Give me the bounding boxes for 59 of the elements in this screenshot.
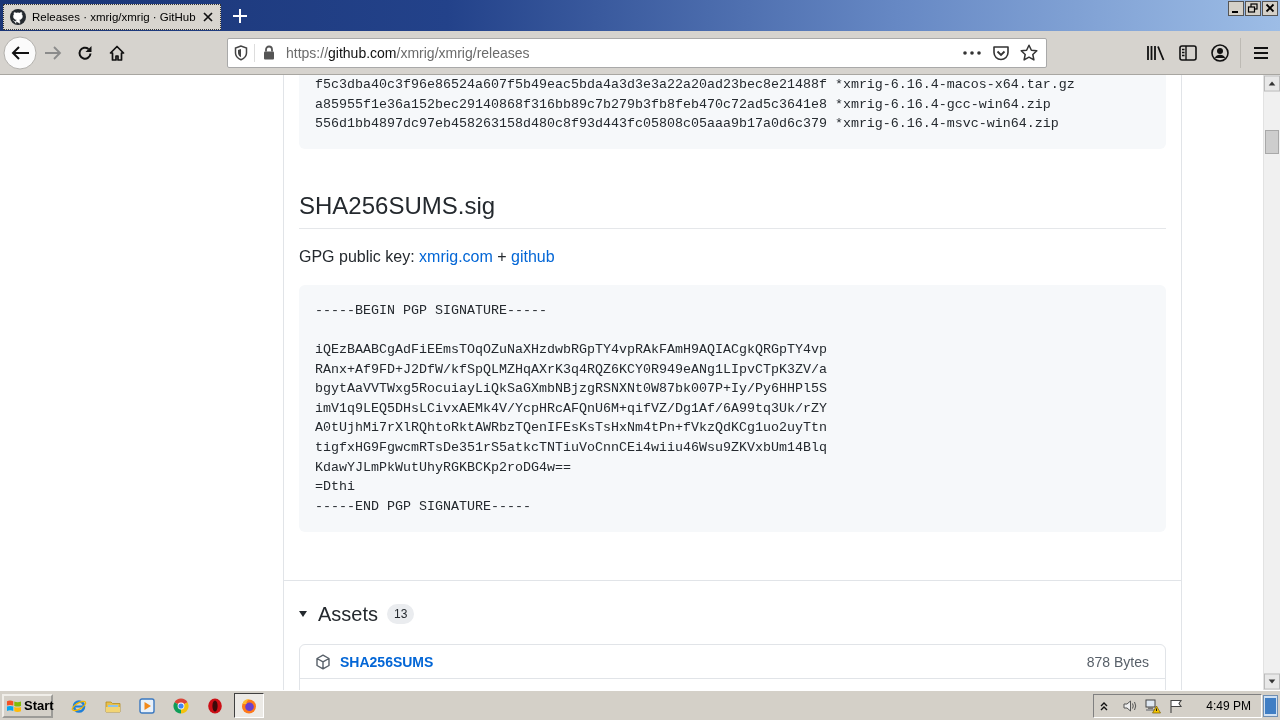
code-line: f5c3dba40c3f96e86524a607f5b49eac5bda4a3d3e3a22a20ad23bec8e21488f *xmrig-6.16.4-macos-x64.tar.gz	[315, 76, 1075, 94]
close-icon[interactable]	[203, 12, 213, 22]
count-badge: 13	[387, 604, 415, 625]
menu-icon[interactable]	[1253, 45, 1269, 60]
double-chevron-up-icon[interactable]	[1100, 700, 1109, 711]
section-heading: SHA256SUMS.sig	[299, 190, 1166, 229]
star-icon[interactable]	[1020, 44, 1038, 61]
code-line: -----END PGP SIGNATURE-----	[315, 497, 531, 516]
flame-globe-icon	[241, 697, 257, 714]
code-line: 556d1bb4897dc97eb458263158d480c8f93d443fc05808c05aaa9b17a0d6c379 *xmrig-6.16.4-msvc-win64.zip	[315, 115, 1059, 134]
segmented-circle-icon	[173, 697, 189, 714]
library-icon[interactable]	[1146, 44, 1166, 61]
asset-link[interactable]: SHA256SUMS	[340, 653, 434, 670]
browser-tab[interactable]: Releases · xmrig/xmrig · GitHub	[3, 4, 221, 30]
code-line: imV1q9LEQ5DHsLCivxAEMk4V/YcpHRcAFQnU6M+qifVZ/Dg1Af/6A99tq3Uk/rZY	[315, 399, 827, 418]
link[interactable]: xmrig.com	[419, 247, 493, 265]
asset-size: 878 Bytes	[1086, 653, 1149, 670]
taskbar-button[interactable]	[234, 693, 264, 718]
code-line: A0tUjhMi7rXlRQhtoRktAWRbzTQenIFEsKsTsHxNm4tPn+fVkzQdKCg1uo2uyTtn	[315, 419, 827, 438]
orbit-globe-icon	[71, 697, 87, 714]
address-bar[interactable]: https://github.com/xmrig/xmrig/releases	[227, 37, 1047, 68]
speaker-icon[interactable]	[1122, 697, 1139, 714]
code-line: -----BEGIN PGP SIGNATURE-----	[315, 301, 547, 320]
network-warning-icon[interactable]	[1145, 697, 1162, 714]
link[interactable]: github	[511, 247, 555, 265]
lock-icon[interactable]	[263, 45, 275, 60]
o-ring-icon	[207, 697, 223, 714]
code-line: iQEzBAABCgAdFiEEmsTOqOZuNaXHzdwbRGpTY4vpRAkFAmH9AQIACgkQRGpTY4vp	[315, 340, 827, 359]
code-line: =Dthi	[315, 478, 355, 497]
code-line: RAnx+Af9FD+J2DfW/kfSpQLMZHqAXrK3q4RQZ6KCY0R949eANg1LIpvCTpK3ZV/a	[315, 360, 827, 379]
assets-heading[interactable]: Assets	[318, 602, 379, 626]
close-icon[interactable]	[1262, 1, 1278, 16]
restore-icon[interactable]	[1245, 1, 1261, 16]
plus-icon[interactable]	[233, 9, 247, 23]
caret-down-icon[interactable]	[299, 611, 307, 618]
reload-icon[interactable]	[77, 44, 93, 61]
play-icon	[139, 697, 155, 714]
flag-icon[interactable]	[1168, 697, 1185, 714]
code-line: bgytAaVVTWxg5RocuiayLiQkSaGXmbNBjzgRSNXNt0W87bk007P+Iy/Py6HHPl5S	[315, 380, 827, 399]
code-line: tigfxHG9FgwcmRTsDe351rS5atkcTNTiuVoCnnCEi4wiiu46Wsu9ZKVxbUm14Blq	[315, 438, 827, 457]
arrow-down-icon[interactable]	[1264, 673, 1280, 690]
code-line: a85955f1e36a152bec29140868f316bb89c7b279b3fb8feb470c72ad5c3641e8 *xmrig-6.16.4-gcc-win64.zip	[315, 95, 1051, 114]
more-dots-icon[interactable]	[963, 50, 981, 55]
scrollbar-thumb[interactable]	[1265, 130, 1279, 154]
shield-icon[interactable]	[234, 44, 248, 61]
code-line: KdawYJLmPkWutUhyRGKBCKp2roDG4w==	[315, 458, 571, 477]
home-icon[interactable]	[109, 44, 125, 61]
sidebar-icon[interactable]	[1179, 44, 1197, 61]
vertical-scrollbar[interactable]	[1263, 75, 1280, 690]
start-button[interactable]: Start	[2, 693, 53, 718]
arrow-up-icon[interactable]	[1264, 75, 1280, 92]
cat-logo-icon	[10, 9, 26, 25]
pocket-icon[interactable]	[992, 44, 1010, 61]
minimize-icon[interactable]	[1228, 1, 1244, 16]
cube-icon	[315, 653, 331, 670]
clock-text[interactable]: 4:49 PM	[1206, 698, 1251, 713]
url-text[interactable]: https://github.com/xmrig/xmrig/releases	[286, 44, 530, 61]
account-icon[interactable]	[1211, 43, 1229, 62]
gpg-key-text: GPG public key: xmrig.com + github	[299, 246, 555, 267]
